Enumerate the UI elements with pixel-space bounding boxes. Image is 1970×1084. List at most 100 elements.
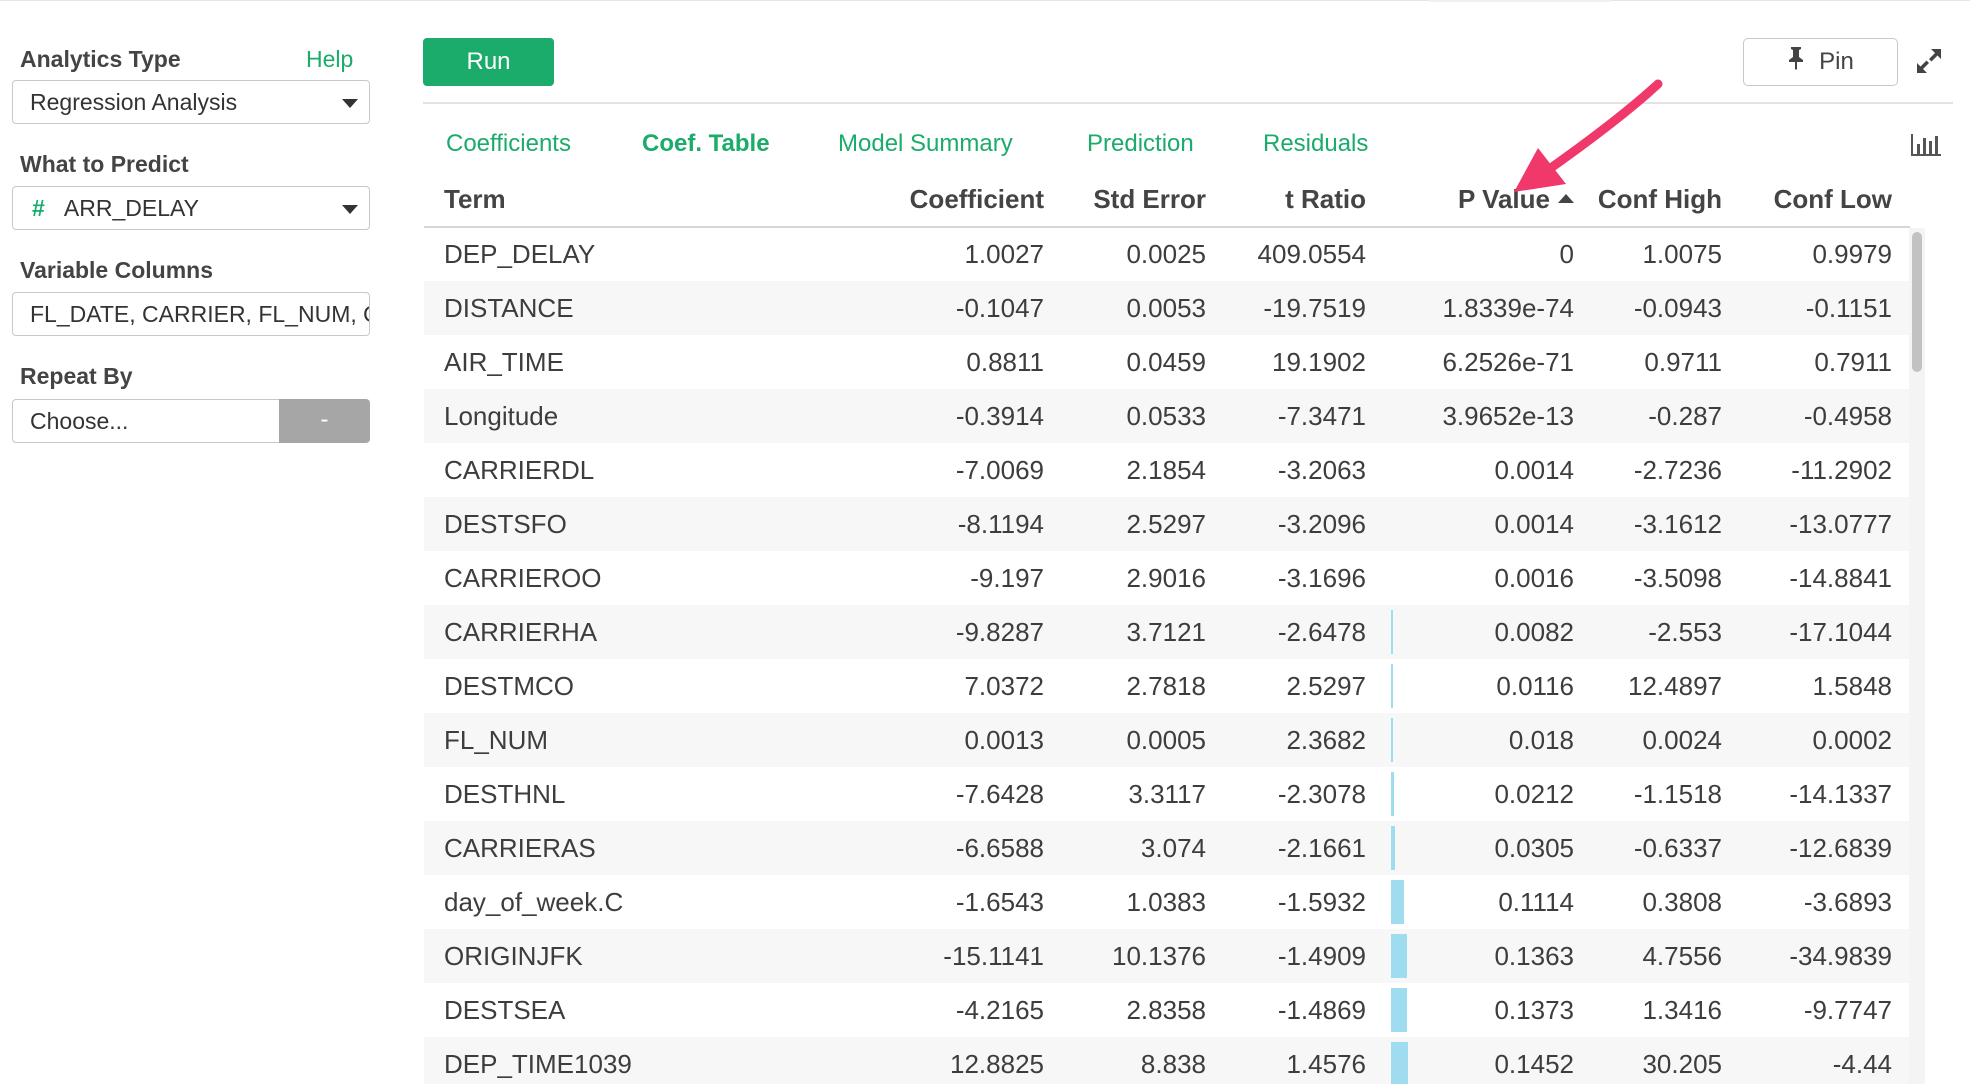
bar-chart-icon[interactable]: [1910, 132, 1942, 158]
coef-table-body: DEP_DELAY 1.0027 0.0025 409.0554 0 1.0075 0.99…: [424, 227, 1910, 1084]
column-header-term[interactable]: Term: [444, 184, 506, 215]
table-row[interactable]: DISTANCE -0.1047 0.0053 -19.7519 1.8339e-74-…: [424, 281, 1910, 335]
expand-icon[interactable]: [1914, 46, 1944, 76]
cell-conf-low: -0.1151: [1805, 293, 1892, 323]
variable-columns-input[interactable]: FL_DATE, CARRIER, FL_NUM, ORIGIN: [12, 292, 370, 336]
cell-p-value: 0: [1559, 239, 1574, 269]
cell-p-value: 0.0014: [1494, 509, 1574, 539]
what-to-predict-value: ARR_DELAY: [63, 195, 199, 221]
cell-t-ratio: -2.6478: [1277, 617, 1366, 647]
what-to-predict-label: What to Predict: [20, 151, 189, 177]
analytics-settings-sidebar: Analytics Type Help Regression Analysis …: [0, 0, 380, 1084]
variable-columns-value: FL_DATE, CARRIER, FL_NUM, ORIGIN: [30, 301, 369, 327]
cell-t-ratio: -19.7519: [1263, 293, 1366, 323]
repeat-by-select[interactable]: Choose...: [12, 399, 280, 443]
cell-conf-high: -0.6337: [1633, 833, 1722, 863]
cell-p-value: 0.1452: [1494, 1049, 1574, 1079]
cell-coefficient: -9.8287: [955, 617, 1044, 647]
variable-columns-label: Variable Columns: [20, 257, 214, 283]
table-row[interactable]: CARRIERDL -7.0069 2.1854 -3.2063 0.0014 -2.72…: [424, 443, 1910, 497]
cell-conf-low: -14.1337: [1789, 779, 1892, 809]
table-scrollbar[interactable]: [1909, 228, 1925, 1084]
cell-p-value: 0.0305: [1494, 833, 1574, 863]
cell-conf-high: -1.1518: [1633, 779, 1722, 809]
repeat-by-label: Repeat By: [20, 363, 133, 389]
cell-conf-low: -13.0777: [1789, 509, 1892, 539]
sort-ascending-icon: [1558, 193, 1574, 203]
cell-conf-low: -9.7747: [1803, 995, 1892, 1025]
tab-coefficients[interactable]: Coefficients: [446, 130, 571, 158]
column-header-t-ratio[interactable]: t Ratio: [1206, 184, 1366, 215]
cell-conf-low: -17.1044: [1789, 617, 1892, 647]
cell-t-ratio: -2.1661: [1277, 833, 1366, 863]
scrollbar-thumb[interactable]: [1912, 232, 1922, 372]
cell-conf-high: -0.0943: [1633, 293, 1722, 323]
table-row[interactable]: DEP_TIME1039 12.8825 8.838 1.4576 0.1452 30.2…: [424, 1037, 1910, 1084]
cell-coefficient: -0.3914: [955, 401, 1044, 431]
cell-t-ratio: -2.3078: [1277, 779, 1366, 809]
cell-p-value: 6.2526e-71: [1442, 347, 1574, 377]
cell-t-ratio: 2.3682: [1286, 725, 1366, 755]
cell-coefficient: -7.6428: [955, 779, 1044, 809]
column-header-p-value[interactable]: P Value: [1366, 184, 1574, 215]
cell-coefficient: 1.0027: [964, 239, 1044, 269]
chevron-down-icon: [342, 205, 358, 214]
column-header-conf-low[interactable]: Conf Low: [1722, 184, 1892, 215]
cell-std-error: 2.7818: [1126, 671, 1206, 701]
table-row[interactable]: day_of_week.C -1.6543 1.0383 -1.5932 0.1114 0…: [424, 875, 1910, 929]
column-header-std-error[interactable]: Std Error: [1044, 184, 1206, 215]
table-row[interactable]: DESTHNL -7.6428 3.3117 -2.3078 0.0212 -1.1518…: [424, 767, 1910, 821]
cell-conf-high: 1.3416: [1642, 995, 1722, 1025]
cell-p-value: 0.0116: [1496, 671, 1574, 701]
table-row[interactable]: CARRIERHA -9.8287 3.7121 -2.6478 0.0082 -2.55…: [424, 605, 1910, 659]
table-row[interactable]: CARRIERAS -6.6588 3.074 -2.1661 0.0305 -0.633…: [424, 821, 1910, 875]
cell-std-error: 0.0005: [1126, 725, 1206, 755]
table-row[interactable]: DEP_DELAY 1.0027 0.0025 409.0554 0 1.0075 0.99…: [424, 227, 1910, 281]
help-link[interactable]: Help: [306, 46, 353, 73]
pushpin-icon: [1787, 40, 1805, 86]
table-row[interactable]: DESTSEA -4.2165 2.8358 -1.4869 0.1373 1.3416-…: [424, 983, 1910, 1037]
cell-conf-high: -3.1612: [1633, 509, 1722, 539]
cell-conf-high: 12.4897: [1628, 671, 1722, 701]
coef-table-header: Term Coefficient Std Error t Ratio P Val…: [424, 178, 1910, 228]
cell-t-ratio: -3.1696: [1277, 563, 1366, 593]
cell-conf-high: 0.3808: [1642, 887, 1722, 917]
cell-std-error: 0.0533: [1126, 401, 1206, 431]
run-button[interactable]: Run: [423, 38, 554, 86]
pin-button[interactable]: Pin: [1743, 38, 1898, 86]
cell-conf-low: -3.6893: [1803, 887, 1892, 917]
table-row[interactable]: DESTSFO -8.1194 2.5297 -3.2096 0.0014 -3.1612…: [424, 497, 1910, 551]
cell-std-error: 8.838: [1140, 1049, 1206, 1079]
tab-coef-table[interactable]: Coef. Table: [642, 130, 770, 158]
cell-p-value: 0.0014: [1494, 455, 1574, 485]
cell-conf-high: -2.7236: [1633, 455, 1722, 485]
repeat-by-clear-button[interactable]: -: [279, 399, 370, 443]
table-row[interactable]: DESTMCO 7.0372 2.7818 2.5297 0.0116 12.4897 1.…: [424, 659, 1910, 713]
cell-conf-high: -0.287: [1648, 401, 1722, 431]
table-row[interactable]: AIR_TIME 0.8811 0.0459 19.1902 6.2526e-71 0.9…: [424, 335, 1910, 389]
cell-conf-high: 0.0024: [1642, 725, 1722, 755]
column-header-coefficient[interactable]: Coefficient: [644, 184, 1044, 215]
cell-p-value: 1.8339e-74: [1442, 293, 1574, 323]
table-row[interactable]: CARRIEROO -9.197 2.9016 -3.1696 0.0016 -3.509…: [424, 551, 1910, 605]
tab-residuals[interactable]: Residuals: [1263, 130, 1368, 158]
cell-conf-low: 0.0002: [1812, 725, 1892, 755]
top-border-nub: [1430, 0, 1610, 2]
cell-coefficient: 0.8811: [966, 347, 1044, 377]
cell-std-error: 10.1376: [1112, 941, 1206, 971]
table-row[interactable]: ORIGINJFK -15.1141 10.1376 -1.4909 0.1363 4.7…: [424, 929, 1910, 983]
column-header-conf-high[interactable]: Conf High: [1574, 184, 1722, 215]
cell-t-ratio: -3.2063: [1277, 455, 1366, 485]
tab-model-summary[interactable]: Model Summary: [838, 130, 1013, 158]
numeric-column-icon: #: [32, 195, 45, 221]
analytics-type-label: Analytics Type: [20, 46, 181, 72]
table-row[interactable]: FL_NUM 0.0013 0.0005 2.3682 0.018 0.0024 0.000…: [424, 713, 1910, 767]
tab-prediction[interactable]: Prediction: [1087, 130, 1194, 158]
cell-std-error: 2.9016: [1126, 563, 1206, 593]
what-to-predict-select[interactable]: # ARR_DELAY: [12, 186, 370, 230]
cell-std-error: 1.0383: [1126, 887, 1206, 917]
analytics-type-select[interactable]: Regression Analysis: [12, 80, 370, 124]
cell-coefficient: -1.6543: [955, 887, 1044, 917]
table-row[interactable]: Longitude -0.3914 0.0533 -7.3471 3.9652e-13-…: [424, 389, 1910, 443]
analytics-type-value: Regression Analysis: [30, 89, 238, 115]
